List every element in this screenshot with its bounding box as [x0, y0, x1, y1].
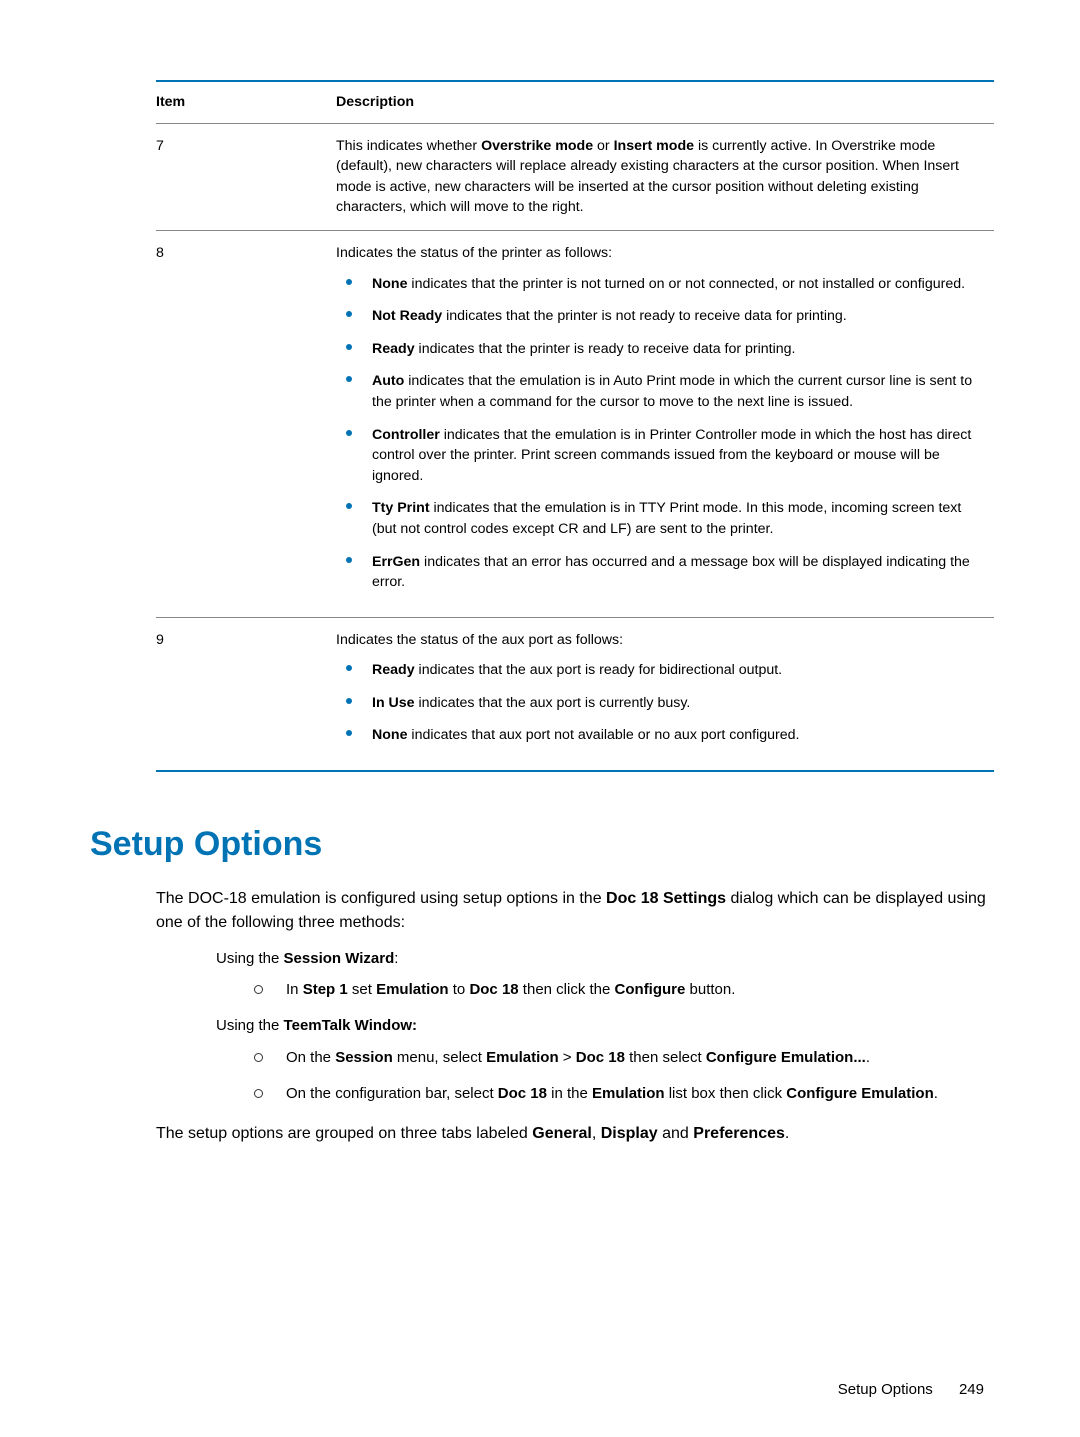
list-item: Ready indicates that the printer is read… [342, 339, 988, 360]
list-item: On the configuration bar, select Doc 18 … [254, 1083, 994, 1105]
status-list: Ready indicates that the aux port is rea… [336, 660, 988, 746]
list-item: In Use indicates that the aux port is cu… [342, 693, 988, 714]
list-item: Tty Print indicates that the emulation i… [342, 498, 988, 539]
method-list: On the Session menu, select Emulation > … [216, 1047, 994, 1105]
list-item: None indicates that the printer is not t… [342, 274, 988, 295]
paragraph: The setup options are grouped on three t… [156, 1122, 994, 1145]
th-item: Item [156, 81, 336, 123]
table-row: 9 Indicates the status of the aux port a… [156, 617, 994, 771]
item-description: This indicates whether Overstrike mode o… [336, 123, 994, 230]
list-item: Controller indicates that the emulation … [342, 425, 988, 487]
method-list: In Step 1 set Emulation to Doc 18 then c… [216, 979, 994, 1001]
item-number: 8 [156, 230, 336, 617]
th-description: Description [336, 81, 994, 123]
table-row: 7 This indicates whether Overstrike mode… [156, 123, 994, 230]
list-item: Not Ready indicates that the printer is … [342, 306, 988, 327]
description-table: Item Description 7 This indicates whethe… [156, 80, 994, 772]
footer-label: Setup Options [838, 1381, 933, 1398]
list-item: In Step 1 set Emulation to Doc 18 then c… [254, 979, 994, 1001]
paragraph: Using the TeemTalk Window: [216, 1015, 994, 1037]
list-item: None indicates that aux port not availab… [342, 725, 988, 746]
paragraph: Using the Session Wizard: [216, 948, 994, 970]
item-number: 7 [156, 123, 336, 230]
paragraph: The DOC-18 emulation is configured using… [156, 887, 994, 933]
status-list: None indicates that the printer is not t… [336, 274, 988, 593]
list-item: Ready indicates that the aux port is rea… [342, 660, 988, 681]
table-row: 8 Indicates the status of the printer as… [156, 230, 994, 617]
list-item: On the Session menu, select Emulation > … [254, 1047, 994, 1069]
section-heading: Setup Options [90, 820, 994, 869]
item-description: Indicates the status of the printer as f… [336, 230, 994, 617]
list-item: Auto indicates that the emulation is in … [342, 371, 988, 412]
page-footer: Setup Options 249 [0, 1379, 1080, 1401]
page-number: 249 [959, 1381, 984, 1398]
list-item: ErrGen indicates that an error has occur… [342, 552, 988, 593]
item-description: Indicates the status of the aux port as … [336, 617, 994, 771]
item-number: 9 [156, 617, 336, 771]
